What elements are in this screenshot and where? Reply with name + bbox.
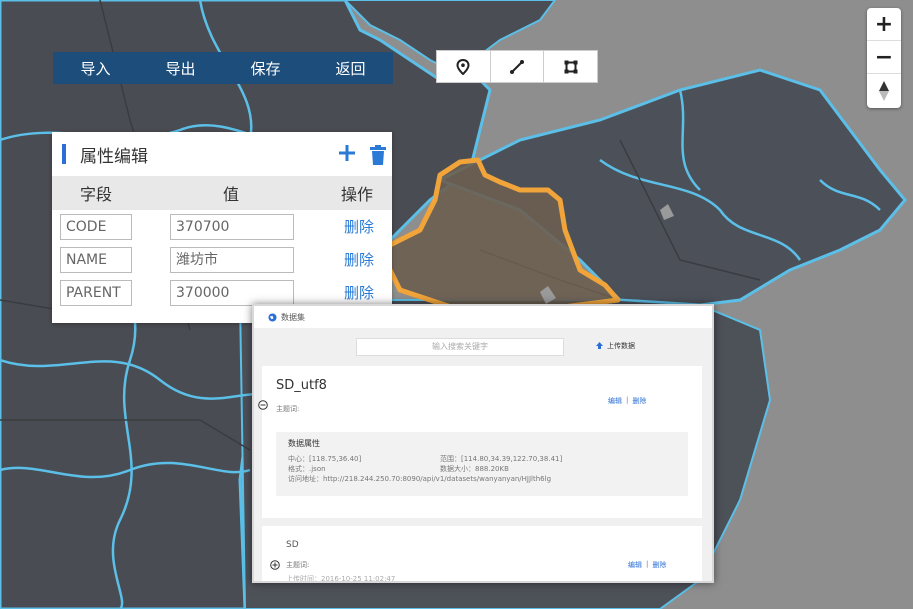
dataset-size: 数据大小：888.20KB xyxy=(440,465,509,473)
point-tool-button[interactable] xyxy=(437,51,491,82)
upload-data-button[interactable]: 上传数据 xyxy=(596,341,635,351)
dataset-url[interactable]: 访问地址：http://218.244.250.70:8090/api/v1/d… xyxy=(288,474,551,484)
add-field-button[interactable] xyxy=(338,142,356,166)
delete-all-button[interactable] xyxy=(370,145,386,169)
field-value-input[interactable]: 370700 xyxy=(170,213,294,240)
dataset-card: SD_utf8 主题词: 编辑 | 删除 数据属性 中心：[118.75,36.… xyxy=(258,366,702,518)
attribute-panel-title: 属性编辑 xyxy=(80,146,148,167)
globe-icon xyxy=(268,312,277,322)
compass-button[interactable] xyxy=(867,74,901,108)
dataset-keywords: 主题词: xyxy=(276,405,300,413)
attribute-row: NAME 潍坊市 删除 xyxy=(52,243,392,276)
draw-toolbar xyxy=(436,50,598,83)
dataset-panel: 数据集 输入搜索关键字 上传数据 SD_utf8 主题词: 编辑 | 删除 数据… xyxy=(252,304,714,583)
zoom-in-button[interactable]: + xyxy=(867,8,901,41)
dataset-name: SD xyxy=(286,540,299,550)
dataset-format: 格式：.json xyxy=(288,465,326,473)
delete-dataset-link[interactable]: 删除 xyxy=(632,396,646,406)
top-toolbar: 导入 导出 保存 返回 xyxy=(53,52,393,84)
col-action-header: 操作 xyxy=(340,185,373,204)
delete-row-link[interactable]: 删除 xyxy=(344,249,374,270)
delete-row-link[interactable]: 删除 xyxy=(344,282,374,303)
export-button[interactable]: 导出 xyxy=(138,52,223,84)
delete-dataset-link[interactable]: 删除 xyxy=(652,560,666,570)
col-field-header: 字段 xyxy=(79,185,112,204)
field-name-input[interactable]: NAME xyxy=(60,246,132,273)
polygon-tool-button[interactable] xyxy=(544,51,597,82)
attribute-table-header: 字段 值 操作 xyxy=(52,176,392,210)
dataset-upload-time: 上传时间：2016-10-25 11:02:47 xyxy=(286,575,396,583)
collapse-icon[interactable] xyxy=(258,400,268,410)
dataset-extent: 范围：[114.80,34.39,122.70,38.41] xyxy=(440,455,563,463)
upload-data-label: 上传数据 xyxy=(607,342,635,350)
zoom-out-button[interactable]: − xyxy=(867,41,901,74)
dataset-search-input[interactable]: 输入搜索关键字 xyxy=(356,338,564,356)
field-name-input[interactable]: PARENT xyxy=(60,279,132,306)
trash-icon xyxy=(370,145,386,165)
edit-dataset-link[interactable]: 编辑 xyxy=(608,396,622,406)
plus-icon xyxy=(339,145,355,161)
line-icon xyxy=(510,59,524,74)
import-button[interactable]: 导入 xyxy=(53,52,138,84)
back-button[interactable]: 返回 xyxy=(308,52,393,84)
line-tool-button[interactable] xyxy=(491,51,545,82)
attribute-editor-panel: 属性编辑 字段 值 操作 CODE 370700 删除 NAME 潍坊市 删除 … xyxy=(52,132,392,323)
separator: | xyxy=(626,396,629,404)
title-accent-bar xyxy=(62,144,66,164)
field-value-input[interactable]: 370000 xyxy=(170,279,294,306)
field-value-input[interactable]: 潍坊市 xyxy=(170,246,294,273)
upload-icon xyxy=(596,342,603,349)
separator: | xyxy=(646,560,649,568)
delete-row-link[interactable]: 删除 xyxy=(344,216,374,237)
dataset-center: 中心：[118.75,36.40] xyxy=(288,455,362,463)
col-value-header: 值 xyxy=(222,185,239,204)
compass-icon xyxy=(879,81,889,101)
field-name-input[interactable]: CODE xyxy=(60,213,132,240)
zoom-control: + − xyxy=(867,8,901,108)
dataset-attributes-box: 数据属性 中心：[118.75,36.40] 格式：.json 访问地址：htt… xyxy=(276,432,688,496)
dataset-card: SD 主题词: 编辑 | 删除 上传时间：2016-10-25 11:02:47 xyxy=(262,526,702,583)
attribute-row: CODE 370700 删除 xyxy=(52,210,392,243)
attribute-panel-header: 属性编辑 xyxy=(52,132,392,176)
save-button[interactable]: 保存 xyxy=(223,52,308,84)
dataset-panel-header: 数据集 xyxy=(254,306,712,328)
map-pin-icon xyxy=(456,58,470,75)
polygon-icon xyxy=(564,60,578,73)
dataset-keywords: 主题词: xyxy=(286,561,310,569)
dataset-name: SD_utf8 xyxy=(276,378,327,393)
dataset-attributes-title: 数据属性 xyxy=(288,439,320,448)
dataset-panel-title: 数据集 xyxy=(281,312,305,322)
expand-icon[interactable] xyxy=(270,560,280,570)
edit-dataset-link[interactable]: 编辑 xyxy=(628,560,642,570)
